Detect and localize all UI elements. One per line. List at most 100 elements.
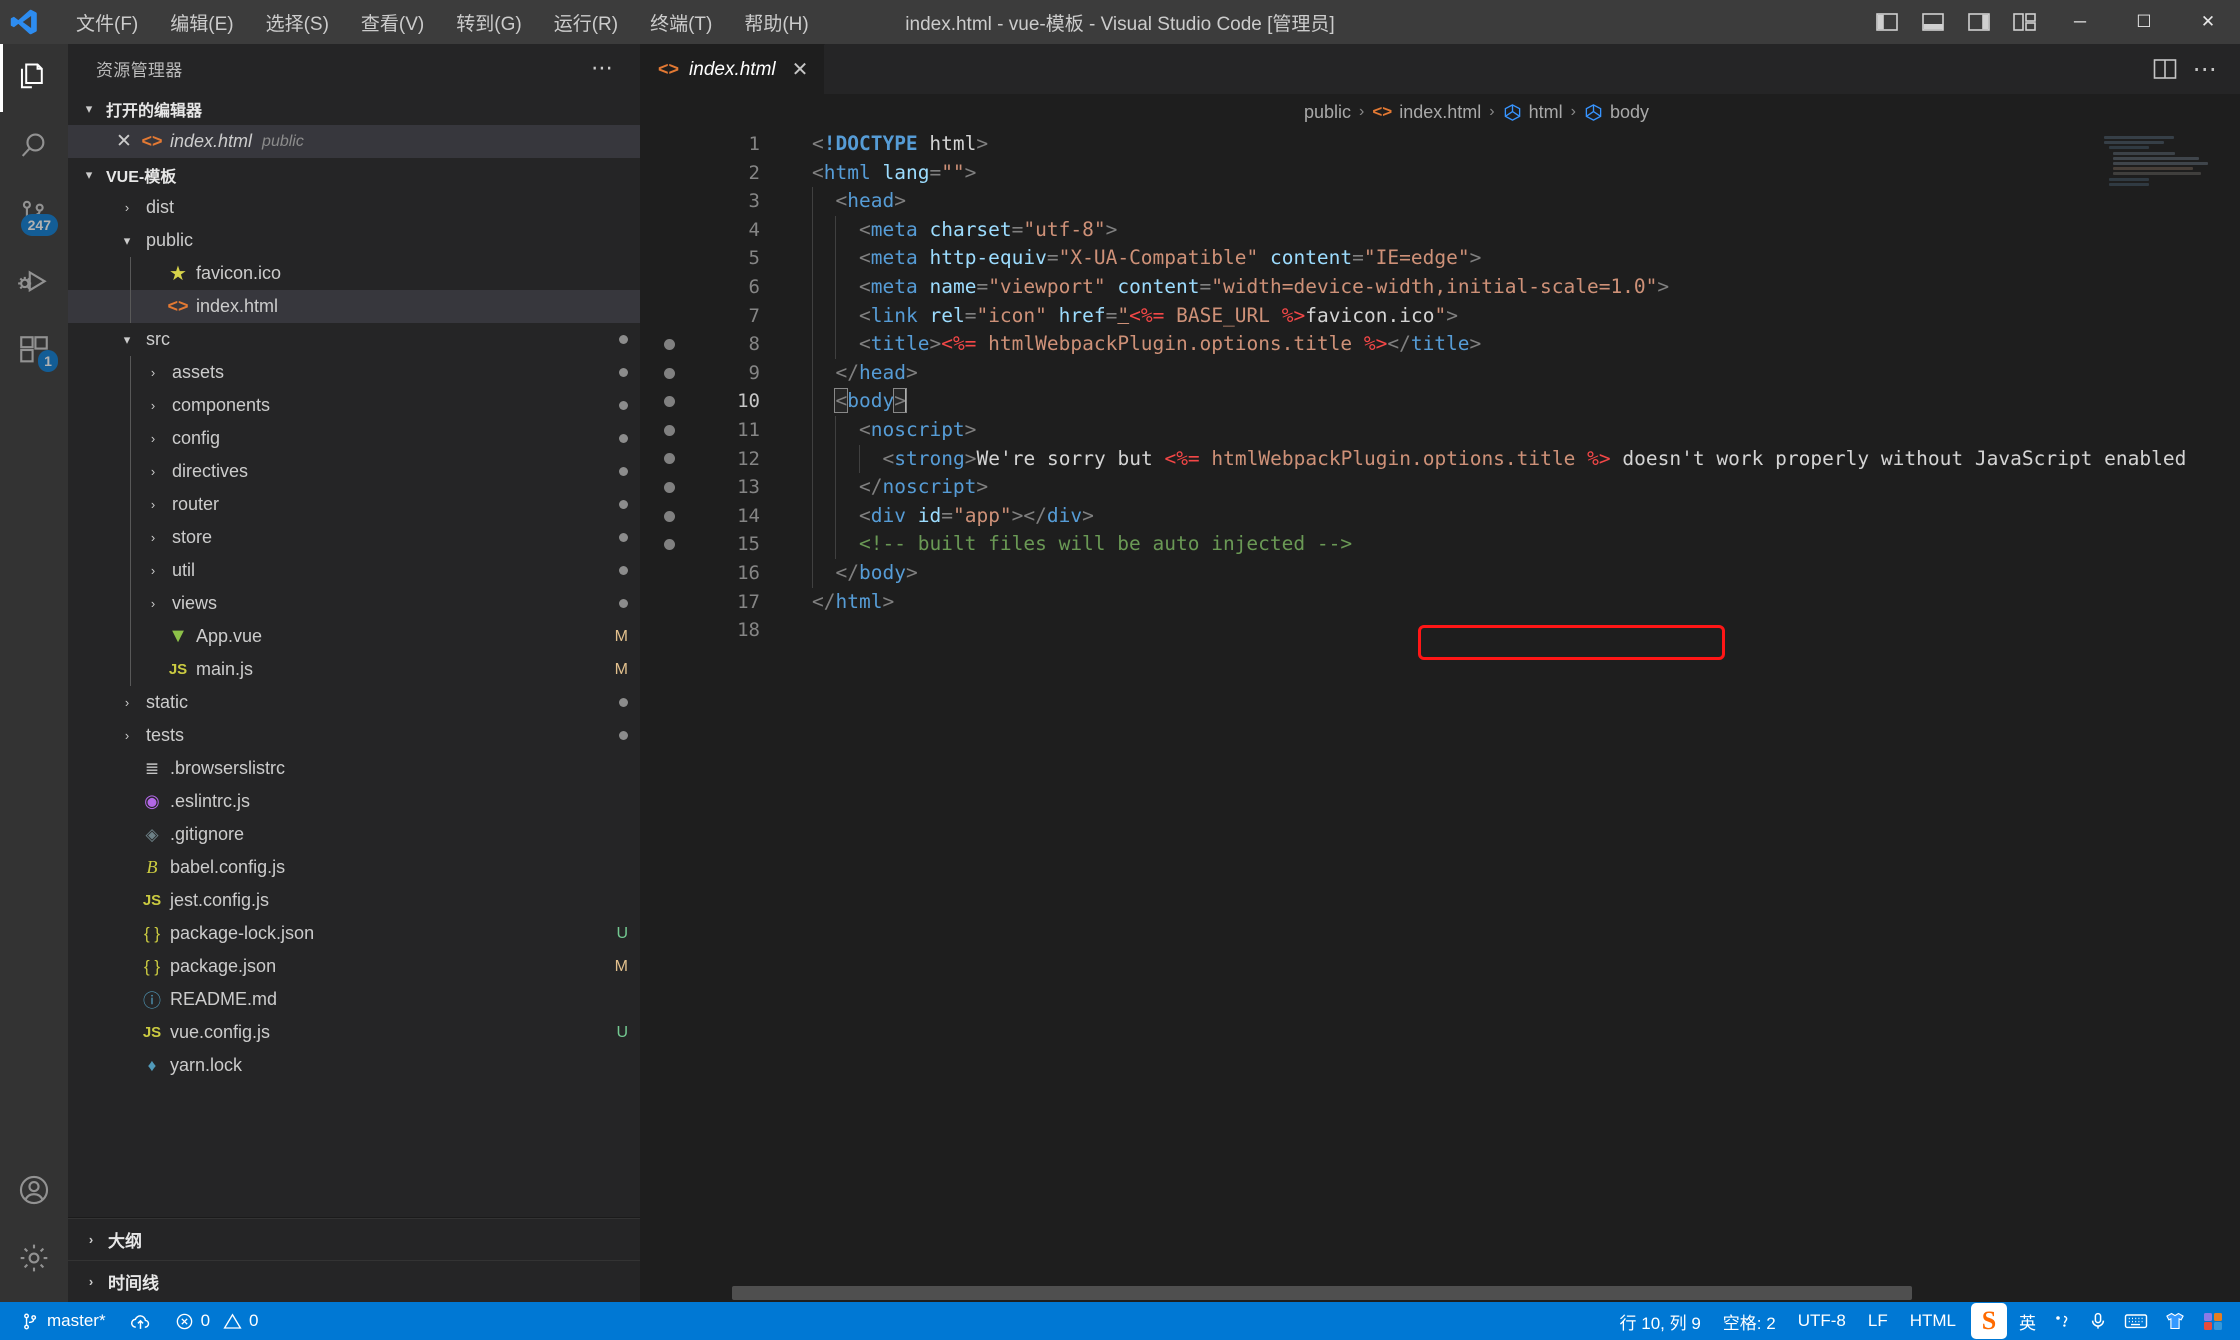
section-open-editors[interactable]: ▾ 打开的编辑器 (68, 92, 640, 125)
close-icon[interactable]: ✕ (110, 130, 138, 153)
fold-indicator-dot[interactable] (663, 424, 675, 436)
tree-item-router[interactable]: › router (68, 488, 640, 521)
tree-item-public[interactable]: ▾ public (68, 224, 640, 257)
breadcrumb-item-index-html[interactable]: <> index.html (1372, 102, 1481, 123)
tree-item-tests[interactable]: › tests (68, 719, 640, 752)
toolbox-icon[interactable] (2194, 1311, 2232, 1331)
activity-extensions[interactable]: 1 (0, 316, 68, 384)
tree-item-config[interactable]: › config (68, 422, 640, 455)
menu-go[interactable]: 转到(G) (442, 3, 535, 42)
fold-gutter[interactable] (640, 481, 698, 493)
status-language-mode[interactable]: HTML (1899, 1302, 1967, 1340)
tree-item-jest-config-js[interactable]: JS jest.config.js (68, 884, 640, 917)
sidebar-more-actions-icon[interactable]: ⋯ (591, 55, 614, 81)
tree-item-dist[interactable]: › dist (68, 191, 640, 224)
code-editor[interactable]: 1 <!DOCTYPE html> 2 <html lang=""> 3 <head> 4… (640, 130, 2240, 1302)
tree-item--gitignore[interactable]: ◈ .gitignore (68, 818, 640, 851)
status-sync[interactable] (119, 1302, 162, 1340)
minimap[interactable] (2104, 130, 2214, 1302)
section-workspace-root[interactable]: ▾ VUE-模板 (68, 158, 640, 191)
section-timeline[interactable]: › 时间线 (68, 1260, 640, 1302)
tree-item--browserslistrc[interactable]: ≣ .browserslistrc (68, 752, 640, 785)
fold-gutter[interactable] (640, 539, 698, 551)
activity-accounts[interactable] (0, 1156, 68, 1224)
toggle-secondary-sidebar-icon[interactable] (1956, 0, 2002, 44)
scrollbar-thumb[interactable] (732, 1286, 1912, 1300)
tree-item-yarn-lock[interactable]: ♦ yarn.lock (68, 1049, 640, 1082)
tree-item-store[interactable]: › store (68, 521, 640, 554)
status-indentation[interactable]: 空格: 2 (1712, 1302, 1787, 1340)
fold-gutter[interactable] (640, 367, 698, 379)
fold-indicator-dot[interactable] (663, 338, 675, 350)
fold-indicator-dot[interactable] (663, 539, 675, 551)
editor-horizontal-scrollbar[interactable] (640, 1284, 2214, 1302)
toggle-panel-icon[interactable] (1910, 0, 1956, 44)
section-outline[interactable]: › 大纲 (68, 1218, 640, 1260)
fold-gutter[interactable] (640, 338, 698, 350)
punctuation-icon[interactable] (2044, 1311, 2080, 1331)
breadcrumb-item-public[interactable]: public (1304, 102, 1351, 123)
tab-close-icon[interactable]: ✕ (792, 57, 809, 82)
fold-indicator-dot[interactable] (663, 510, 675, 522)
tree-item-static[interactable]: › static (68, 686, 640, 719)
tree-item-views[interactable]: › views (68, 587, 640, 620)
fold-gutter[interactable] (640, 424, 698, 436)
tree-item-util[interactable]: › util (68, 554, 640, 587)
breadcrumb-item-body[interactable]: body (1584, 102, 1649, 123)
activity-explorer[interactable] (0, 44, 68, 112)
tree-item-package-json[interactable]: { } package.json M (68, 950, 640, 983)
toggle-primary-sidebar-icon[interactable] (1864, 0, 1910, 44)
window-close-button[interactable]: ✕ (2176, 0, 2240, 44)
tree-item-favicon-ico[interactable]: ★ favicon.ico (68, 257, 640, 290)
status-eol[interactable]: LF (1857, 1302, 1899, 1340)
fold-gutter[interactable] (640, 453, 698, 465)
menu-view[interactable]: 查看(V) (347, 3, 438, 42)
menu-edit[interactable]: 编辑(E) (156, 3, 247, 42)
status-cursor-position[interactable]: 行 10, 列 9 (1609, 1302, 1712, 1340)
tree-item--eslintrc-js[interactable]: ◉ .eslintrc.js (68, 785, 640, 818)
keyboard-icon[interactable] (2116, 1311, 2156, 1331)
window-maximize-button[interactable]: ☐ (2112, 0, 2176, 44)
skin-icon[interactable] (2156, 1311, 2194, 1331)
window-minimize-button[interactable]: ─ (2048, 0, 2112, 44)
open-editor-item-index-html[interactable]: ✕ <> index.html public (68, 125, 640, 158)
customize-layout-icon[interactable] (2002, 0, 2048, 44)
fold-indicator-dot[interactable] (663, 453, 675, 465)
tree-item-app-vue[interactable]: ▼ App.vue M (68, 620, 640, 653)
activity-source-control[interactable]: 247 (0, 180, 68, 248)
tree-item-assets[interactable]: › assets (68, 356, 640, 389)
tree-item-babel-config-js[interactable]: Bbabel.config.js (68, 851, 640, 884)
editor-vertical-scrollbar[interactable] (2214, 130, 2240, 1302)
fold-gutter[interactable] (640, 396, 698, 408)
microphone-icon[interactable] (2080, 1311, 2116, 1331)
fold-indicator-dot[interactable] (663, 396, 675, 408)
activity-search[interactable] (0, 112, 68, 180)
activity-settings[interactable] (0, 1224, 68, 1292)
tab-index-html[interactable]: <> index.html ✕ (640, 44, 826, 94)
activity-run-debug[interactable] (0, 248, 68, 316)
tree-item-vue-config-js[interactable]: JS vue.config.js U (68, 1016, 640, 1049)
tree-item-directives[interactable]: › directives (68, 455, 640, 488)
more-actions-icon[interactable]: ⋯ (2188, 52, 2222, 86)
tree-item-src[interactable]: ▾ src (68, 323, 640, 356)
menu-help[interactable]: 帮助(H) (730, 3, 822, 42)
status-problems[interactable]: 0 0 (164, 1302, 270, 1340)
tree-item-package-lock-json[interactable]: { } package-lock.json U (68, 917, 640, 950)
fold-gutter[interactable] (640, 510, 698, 522)
fold-indicator-dot[interactable] (663, 367, 675, 379)
tree-item-readme-md[interactable]: ⓘ README.md (68, 983, 640, 1016)
tree-item-main-js[interactable]: JS main.js M (68, 653, 640, 686)
menu-selection[interactable]: 选择(S) (252, 3, 343, 42)
status-branch[interactable]: master* (10, 1302, 117, 1340)
menu-run[interactable]: 运行(R) (540, 3, 632, 42)
split-editor-icon[interactable] (2148, 52, 2182, 86)
status-encoding[interactable]: UTF-8 (1787, 1302, 1857, 1340)
menu-file[interactable]: 文件(F) (62, 3, 152, 42)
sogou-ime-logo-icon[interactable]: S (1971, 1303, 2007, 1339)
breadcrumb-item-html[interactable]: html (1503, 102, 1563, 123)
ime-mode-label[interactable]: 英 (2011, 1302, 2044, 1340)
tree-item-components[interactable]: › components (68, 389, 640, 422)
fold-indicator-dot[interactable] (663, 481, 675, 493)
menu-terminal[interactable]: 终端(T) (636, 3, 726, 42)
tree-item-index-html[interactable]: <> index.html (68, 290, 640, 323)
